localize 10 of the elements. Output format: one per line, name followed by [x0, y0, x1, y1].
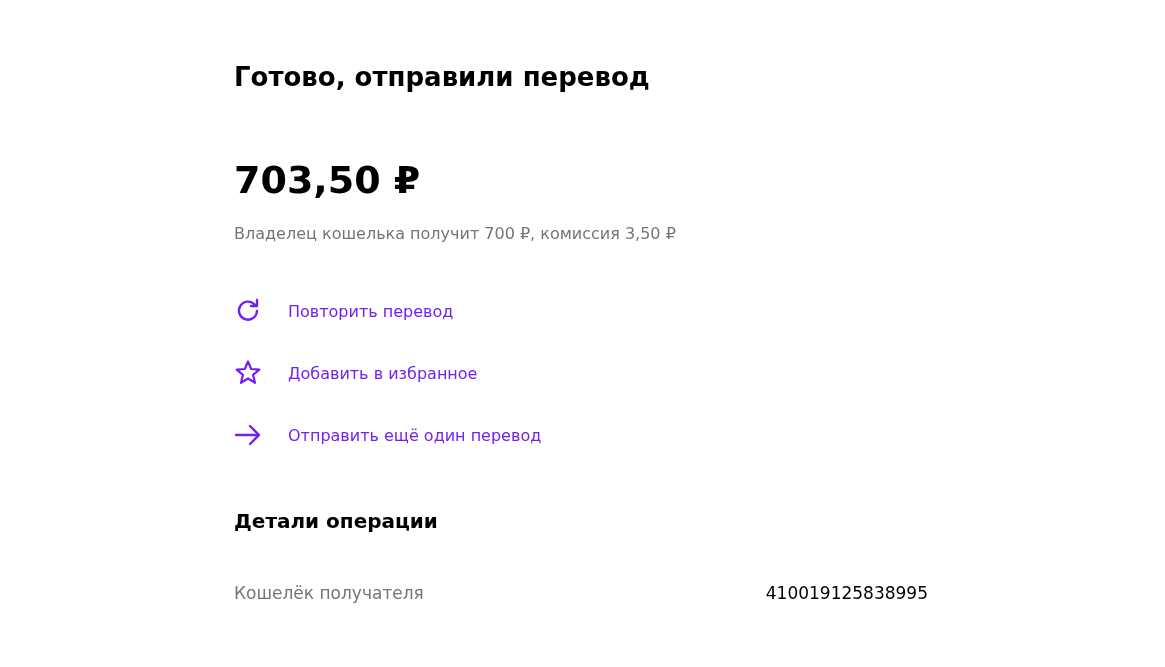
detail-label: Кошелёк получателя — [234, 583, 424, 603]
transfer-amount: 703,50 ₽ — [234, 158, 422, 202]
page-title: Готово, отправили перевод — [234, 62, 651, 92]
action-link[interactable]: Повторить перевод — [288, 301, 454, 321]
star-icon[interactable] — [234, 359, 262, 387]
detail-value: 410019125838995 — [765, 583, 928, 603]
action-link[interactable]: Добавить в избранное — [288, 363, 478, 383]
action-link[interactable]: Отправить ещё один перевод — [288, 425, 542, 445]
commission-note: Владелец кошелька получит 700 ₽, комиссия 3,50 ₽ — [234, 224, 677, 243]
section-heading: Детали операции — [234, 509, 439, 533]
